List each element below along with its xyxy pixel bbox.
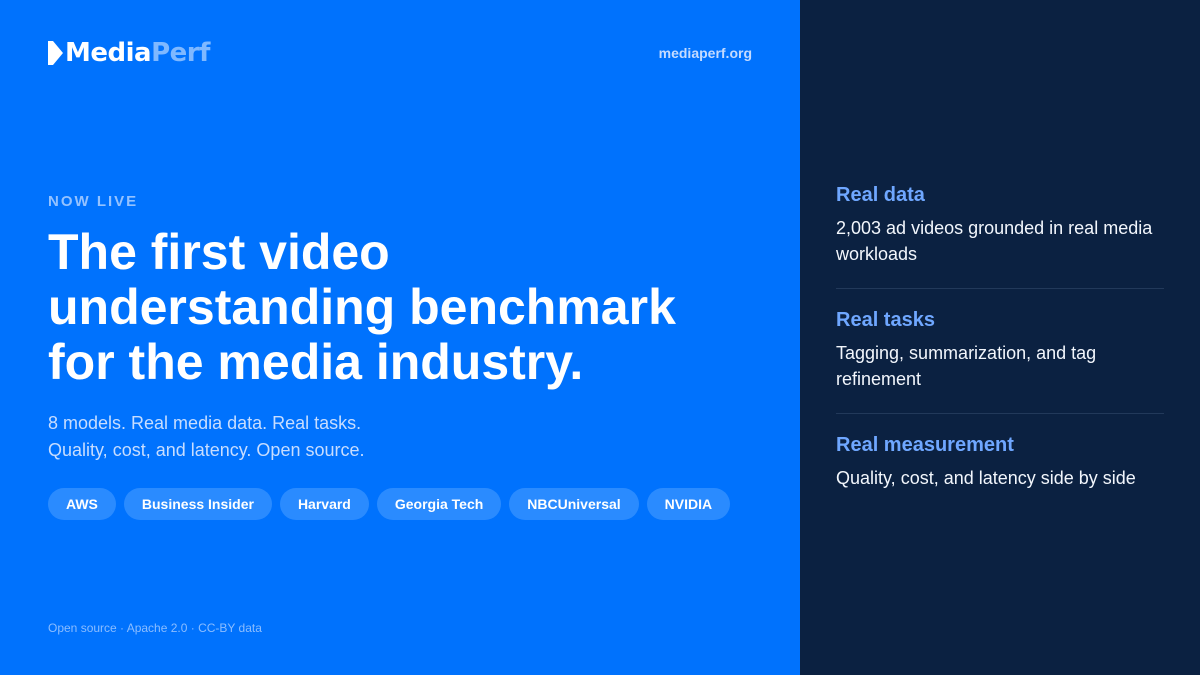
feature-title: Real tasks bbox=[836, 309, 935, 331]
feature-description: Tagging, summarization, and tag refineme… bbox=[836, 343, 1097, 389]
feature-real-data: Real data 2,003 ad videos grounded in re… bbox=[836, 183, 1164, 267]
partner-chip: Georgia Tech bbox=[376, 488, 502, 520]
partner-chip: NBCUniversal bbox=[509, 488, 639, 520]
divider bbox=[836, 413, 1164, 414]
logo-text-media: Media bbox=[65, 38, 152, 68]
site-link[interactable]: mediaperf.org bbox=[659, 45, 752, 62]
hero-panel: Media Perf mediaperf.org NOW LIVE The fir… bbox=[0, 0, 800, 675]
headline-line: The first video bbox=[48, 224, 390, 280]
brand-logo[interactable]: Media Perf bbox=[48, 38, 210, 68]
headline-line: for the media industry. bbox=[48, 334, 584, 390]
partner-chip: Harvard bbox=[279, 488, 369, 520]
headline-line: understanding benchmark bbox=[48, 279, 676, 335]
feature-title: Real measurement bbox=[836, 434, 1014, 456]
partner-chips: AWS Business Insider Harvard Georgia Tec… bbox=[48, 488, 731, 520]
page-title: The first video understanding benchmark … bbox=[48, 225, 768, 390]
license-note: Open source · Apache 2.0 · CC-BY data bbox=[48, 621, 262, 635]
partner-chip: AWS bbox=[48, 488, 116, 520]
feature-real-tasks: Real tasks Tagging, summarization, and t… bbox=[836, 308, 1164, 392]
feature-description: Quality, cost, and latency side by side bbox=[836, 468, 1136, 488]
divider bbox=[836, 288, 1164, 289]
feature-title: Real data bbox=[836, 184, 925, 206]
subheadline-line: 8 models. Real media data. Real tasks. bbox=[48, 413, 362, 433]
partner-chip: NVIDIA bbox=[646, 488, 731, 520]
logo-text-perf: Perf bbox=[151, 38, 210, 68]
now-live-label: NOW LIVE bbox=[48, 193, 139, 210]
feature-real-measurement: Real measurement Quality, cost, and late… bbox=[836, 433, 1164, 491]
partner-chip: Business Insider bbox=[123, 488, 272, 520]
subheadline-line: Quality, cost, and latency. Open source. bbox=[48, 440, 365, 460]
feature-description: 2,003 ad videos grounded in real media w… bbox=[836, 218, 1153, 264]
play-icon bbox=[48, 41, 63, 65]
